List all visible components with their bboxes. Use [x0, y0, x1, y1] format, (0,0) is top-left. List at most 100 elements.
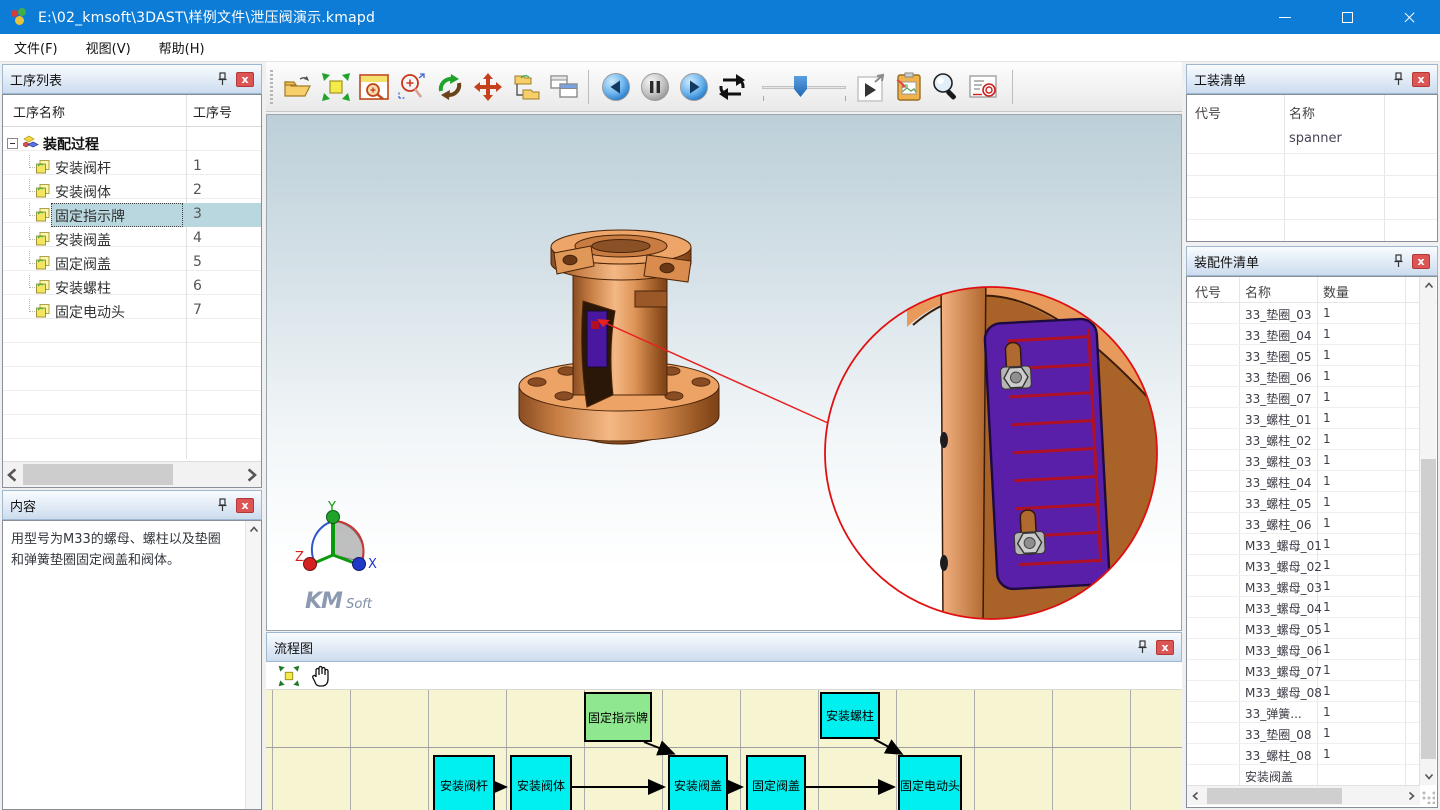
- flow-fit-button[interactable]: [276, 664, 302, 688]
- scrollbar-thumb[interactable]: [1421, 459, 1436, 759]
- zoom-dynamic-button[interactable]: [394, 69, 430, 105]
- scroll-down-icon[interactable]: [1423, 771, 1435, 781]
- maximize-button[interactable]: [1316, 0, 1378, 34]
- title-bar: E:\02_kmsoft\3DAST\样例文件\泄压阀演示.kmapd: [0, 0, 1440, 34]
- menu-help[interactable]: 帮助(H): [145, 38, 219, 57]
- flow-node-fix-actuator[interactable]: 固定电动头: [898, 755, 962, 810]
- collapse-icon[interactable]: [7, 138, 18, 149]
- report-button[interactable]: [966, 69, 1002, 105]
- report-icon: [968, 73, 1000, 101]
- parts-table-row[interactable]: M33_螺母_06 1: [1187, 639, 1419, 660]
- close-panel-icon[interactable]: x: [236, 498, 254, 513]
- jump-end-button[interactable]: [854, 69, 890, 105]
- parts-table-row[interactable]: 33_螺柱_03 1: [1187, 450, 1419, 471]
- resize-grip[interactable]: [1421, 790, 1435, 804]
- flow-node-install-body[interactable]: 安装阀体: [510, 755, 572, 810]
- scroll-right-icon[interactable]: [1405, 791, 1417, 801]
- pin-icon[interactable]: [1393, 72, 1404, 86]
- process-row-6[interactable]: 安装螺柱6: [3, 275, 261, 299]
- scroll-up-icon[interactable]: [1423, 281, 1435, 291]
- content-vertical-scrollbar[interactable]: [245, 521, 261, 809]
- parts-table-row[interactable]: 33_螺柱_02 1: [1187, 429, 1419, 450]
- fit-extents-icon: [321, 72, 351, 102]
- toolbar-grip[interactable]: [270, 70, 273, 104]
- parts-table-row[interactable]: M33_螺母_05 1: [1187, 618, 1419, 639]
- scroll-right-icon[interactable]: [243, 467, 259, 483]
- scroll-up-icon[interactable]: [248, 525, 260, 535]
- process-row-3-selected[interactable]: 固定指示牌3: [3, 203, 261, 227]
- pan-view-button[interactable]: [470, 69, 506, 105]
- process-row-7[interactable]: 固定电动头7: [3, 299, 261, 323]
- col-name: 名称: [1245, 282, 1271, 301]
- close-panel-icon[interactable]: x: [1156, 640, 1174, 655]
- scrollbar-thumb[interactable]: [1207, 788, 1342, 804]
- flow-node-install-stud[interactable]: 安装螺柱: [820, 692, 880, 739]
- flow-node-install-cover[interactable]: 安装阀盖: [668, 755, 728, 810]
- parts-table-row[interactable]: 33_螺柱_04 1: [1187, 471, 1419, 492]
- parts-vertical-scrollbar[interactable]: [1419, 277, 1436, 785]
- flow-node-fix-sign[interactable]: 固定指示牌: [584, 692, 652, 742]
- parts-table-row[interactable]: 33_螺柱_01 1: [1187, 408, 1419, 429]
- pause-button[interactable]: [637, 69, 673, 105]
- fit-view-button[interactable]: [318, 69, 354, 105]
- flowchart-canvas[interactable]: 固定指示牌 安装螺柱 安装阀杆 安装阀体 安装阀盖 固定阀盖 固定电动头: [266, 690, 1182, 810]
- zoom-window-button[interactable]: [356, 69, 392, 105]
- parts-table-row[interactable]: 33_垫圈_03 1: [1187, 303, 1419, 324]
- close-panel-icon[interactable]: x: [1412, 72, 1430, 87]
- flow-node-fix-cover[interactable]: 固定阀盖: [746, 755, 806, 810]
- process-row-1[interactable]: 安装阀杆1: [3, 155, 261, 179]
- process-horizontal-scrollbar[interactable]: [3, 461, 261, 487]
- 3d-scene: Y Z X: [267, 115, 1182, 631]
- scroll-left-icon[interactable]: [5, 467, 21, 483]
- speed-slider-handle[interactable]: [794, 76, 807, 97]
- close-button[interactable]: [1378, 0, 1440, 34]
- menu-view[interactable]: 视图(V): [72, 38, 145, 57]
- parts-table-row[interactable]: M33_螺母_08 1: [1187, 681, 1419, 702]
- step-back-button[interactable]: [598, 69, 634, 105]
- scrollbar-thumb[interactable]: [23, 464, 173, 485]
- open-structure-button[interactable]: [508, 69, 544, 105]
- tooling-row-spanner[interactable]: spanner: [1289, 131, 1342, 146]
- find-view-button[interactable]: [928, 69, 964, 105]
- loop-button[interactable]: [714, 69, 750, 105]
- process-row-4[interactable]: 安装阀盖4: [3, 227, 261, 251]
- snapshot-button[interactable]: [891, 69, 927, 105]
- pin-icon[interactable]: [1137, 640, 1148, 654]
- parts-table-row[interactable]: M33_螺母_04 1: [1187, 597, 1419, 618]
- parts-table-row[interactable]: M33_螺母_03 1: [1187, 576, 1419, 597]
- flow-node-install-stem[interactable]: 安装阀杆: [433, 755, 495, 810]
- scroll-left-icon[interactable]: [1190, 791, 1202, 801]
- parts-table-row[interactable]: 33_垫圈_04 1: [1187, 324, 1419, 345]
- 3d-viewport[interactable]: Y Z X KM Soft: [266, 114, 1182, 631]
- pin-icon[interactable]: [217, 498, 228, 512]
- play-button[interactable]: [676, 69, 712, 105]
- process-row-2[interactable]: 安装阀体2: [3, 179, 261, 203]
- parts-table-row[interactable]: M33_螺母_07 1: [1187, 660, 1419, 681]
- close-panel-icon[interactable]: x: [236, 72, 254, 87]
- tree-root-row[interactable]: 装配过程: [3, 131, 261, 155]
- close-panel-icon[interactable]: x: [1412, 254, 1430, 269]
- parts-table-row[interactable]: M33_螺母_02 1: [1187, 555, 1419, 576]
- detail-view: [907, 265, 1162, 631]
- open-file-button[interactable]: [280, 69, 316, 105]
- parts-table-row[interactable]: 33_垫圈_05 1: [1187, 345, 1419, 366]
- parts-table-row[interactable]: 33_垫圈_06 1: [1187, 366, 1419, 387]
- menu-file[interactable]: 文件(F): [0, 38, 72, 57]
- pin-icon[interactable]: [217, 72, 228, 86]
- parts-table-row[interactable]: 33_螺柱_05 1: [1187, 492, 1419, 513]
- parts-table-row[interactable]: 33_垫圈_07 1: [1187, 387, 1419, 408]
- app-icon: [10, 8, 28, 26]
- parts-table-row[interactable]: 33_弹簧... 1: [1187, 702, 1419, 723]
- pin-icon[interactable]: [1393, 254, 1404, 268]
- parts-horizontal-scrollbar[interactable]: [1187, 785, 1420, 805]
- rotate-view-button[interactable]: [432, 69, 468, 105]
- flow-pan-button[interactable]: [308, 664, 334, 688]
- parts-table-row[interactable]: 33_螺柱_06 1: [1187, 513, 1419, 534]
- parts-table-row[interactable]: 安装阀盖: [1187, 765, 1419, 786]
- minimize-button[interactable]: [1254, 0, 1316, 34]
- process-row-5[interactable]: 固定阀盖5: [3, 251, 261, 275]
- parts-table-row[interactable]: M33_螺母_01 1: [1187, 534, 1419, 555]
- parts-table-row[interactable]: 33_螺柱_08 1: [1187, 744, 1419, 765]
- parts-table-row[interactable]: 33_垫圈_08 1: [1187, 723, 1419, 744]
- window-layout-button[interactable]: [546, 69, 582, 105]
